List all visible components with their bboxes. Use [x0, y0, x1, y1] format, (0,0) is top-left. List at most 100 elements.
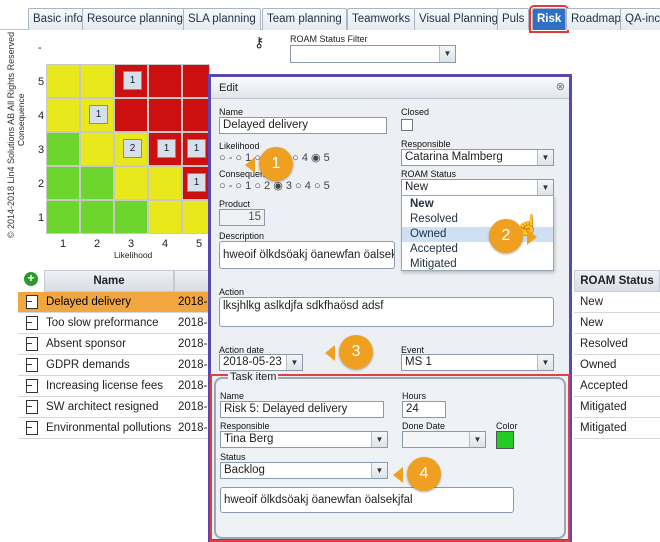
risk-date: 2018- — [178, 380, 208, 392]
risk-count-badge[interactable]: 2 — [123, 139, 142, 158]
done-date-input[interactable]: ▼ — [402, 431, 486, 448]
document-icon[interactable] — [26, 337, 38, 351]
matrix-cell[interactable] — [46, 166, 80, 200]
table-row[interactable]: Environmental pollutions 2018- — [18, 418, 210, 439]
document-icon[interactable] — [26, 316, 38, 330]
tab-resource-planning[interactable]: Resource planning — [82, 8, 188, 30]
matrix-cell[interactable] — [46, 98, 80, 132]
color-label: Color — [496, 421, 518, 431]
task-responsible-select[interactable]: Tina Berg ▼ — [220, 431, 388, 448]
action-textarea[interactable]: lksjhlkg aslkdjfa sdkfhaösd adsf — [219, 297, 554, 327]
table-row[interactable]: GDPR demands 2018- — [18, 355, 210, 376]
matrix-cell[interactable] — [114, 200, 148, 234]
event-value: MS 1 — [405, 356, 432, 368]
roam-filter-select[interactable]: ▼ — [290, 45, 456, 63]
row-label: 2 — [38, 178, 45, 190]
closed-checkbox[interactable] — [401, 119, 413, 131]
col-header-roam-status[interactable]: ROAM Status — [574, 270, 660, 292]
risk-count-badge[interactable]: 1 — [187, 139, 206, 158]
col-label: 4 — [162, 238, 169, 250]
tab-qa-inc[interactable]: QA-inc — [620, 8, 660, 30]
matrix-cell[interactable] — [80, 166, 114, 200]
action-label: Action — [219, 287, 245, 297]
roam-status-label: ROAM Status — [401, 169, 457, 179]
roam-option-new[interactable]: New — [402, 197, 553, 212]
document-icon[interactable] — [26, 295, 38, 309]
table-row-status[interactable]: New — [574, 292, 660, 313]
col-header-date[interactable] — [174, 270, 210, 292]
matrix-cell[interactable] — [148, 98, 182, 132]
table-row[interactable]: Increasing license fees 2018- — [18, 376, 210, 397]
table-row[interactable]: SW architect resigned 2018- — [18, 397, 210, 418]
risk-count-badge[interactable]: 1 — [187, 173, 206, 192]
tab-teamworks[interactable]: Teamworks — [347, 8, 416, 30]
add-risk-icon[interactable]: + — [24, 272, 38, 286]
matrix-cell[interactable] — [148, 200, 182, 234]
task-status-select[interactable]: Backlog ▼ — [220, 462, 388, 479]
col-label: 3 — [128, 238, 135, 250]
matrix-cell[interactable] — [80, 132, 114, 166]
table-row-status[interactable]: Resolved — [574, 334, 660, 355]
tab-team-planning[interactable]: Team planning — [262, 8, 347, 30]
roam-status-value: New — [405, 181, 429, 193]
risk-name: Delayed delivery — [46, 296, 132, 308]
arrow-icon — [26, 364, 32, 365]
matrix-cell[interactable] — [80, 200, 114, 234]
risk-name: Absent sponsor — [46, 338, 126, 350]
matrix-cell[interactable] — [114, 166, 148, 200]
matrix-cell[interactable] — [46, 64, 80, 98]
responsible-value: Catarina Malmberg — [405, 151, 503, 163]
task-name-input[interactable]: Risk 5: Delayed delivery — [220, 401, 384, 418]
tab-basic-info[interactable]: Basic info — [28, 8, 88, 30]
matrix-cell[interactable] — [182, 64, 210, 98]
document-icon[interactable] — [26, 379, 38, 393]
roam-status-select[interactable]: New ▼ — [401, 179, 554, 196]
row-label: 5 — [38, 76, 45, 88]
risk-date: 2018- — [178, 317, 208, 329]
tab-puls[interactable]: Puls — [497, 8, 530, 30]
matrix-cell[interactable] — [114, 98, 148, 132]
table-row-status[interactable]: Mitigated — [574, 418, 660, 439]
action-date-input[interactable]: 2018-05-23 ▼ — [219, 354, 303, 371]
arrow-icon — [26, 385, 32, 386]
risk-count-badge[interactable]: 1 — [89, 105, 108, 124]
risk-count-badge[interactable]: 1 — [157, 139, 176, 158]
risk-count-badge[interactable]: 1 — [123, 71, 142, 90]
roam-status-cell: Owned — [580, 359, 617, 371]
document-icon[interactable] — [26, 421, 38, 435]
document-icon[interactable] — [26, 358, 38, 372]
name-input[interactable]: Delayed delivery — [219, 117, 387, 134]
row-label: 1 — [38, 212, 45, 224]
matrix-cell[interactable] — [148, 64, 182, 98]
hours-input[interactable]: 24 — [402, 401, 446, 418]
matrix-cell[interactable] — [46, 132, 80, 166]
arrow-icon — [26, 301, 32, 302]
color-swatch[interactable] — [496, 431, 514, 449]
tab-risk[interactable]: Risk — [528, 5, 570, 33]
tab-roadmap[interactable]: Roadmap — [566, 8, 626, 30]
table-row-status[interactable]: Mitigated — [574, 397, 660, 418]
table-row[interactable]: Too slow preformance 2018- — [18, 313, 210, 334]
table-row[interactable]: Absent sponsor 2018- — [18, 334, 210, 355]
col-header-name[interactable]: Name — [44, 270, 174, 292]
matrix-cell[interactable] — [182, 200, 210, 234]
document-icon[interactable] — [26, 400, 38, 414]
responsible-select[interactable]: Catarina Malmberg ▼ — [401, 149, 554, 166]
task-item-fieldset: Task item Name Risk 5: Delayed delivery … — [214, 371, 566, 539]
roam-option-mitigated[interactable]: Mitigated — [402, 257, 553, 272]
arrow-icon — [26, 322, 32, 323]
task-notes-textarea[interactable]: hweoif ölkdsöakj öanewfan öalsekjfal — [220, 487, 514, 513]
matrix-cell[interactable] — [182, 98, 210, 132]
table-row-status[interactable]: Accepted — [574, 376, 660, 397]
event-select[interactable]: MS 1 ▼ — [401, 354, 554, 371]
matrix-cell[interactable] — [148, 166, 182, 200]
description-textarea[interactable]: hweoif ölkdsöakj öanewfan öalsekjfal — [219, 241, 395, 269]
close-icon[interactable]: ⊗ — [556, 80, 565, 93]
table-row-status[interactable]: New — [574, 313, 660, 334]
matrix-cell[interactable] — [80, 64, 114, 98]
tab-sla-planning[interactable]: SLA planning — [183, 8, 261, 30]
table-row[interactable]: Delayed delivery 2018- — [18, 292, 210, 313]
table-row-status[interactable]: Owned — [574, 355, 660, 376]
matrix-cell[interactable] — [46, 200, 80, 234]
tab-visual-planning[interactable]: Visual Planning — [414, 8, 504, 30]
